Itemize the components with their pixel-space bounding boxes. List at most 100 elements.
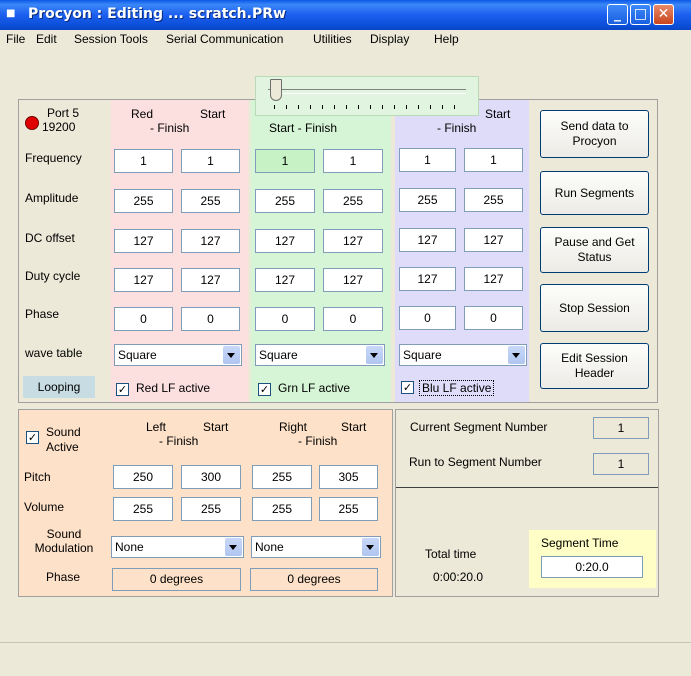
red-phase-start[interactable]: 0 [114,307,173,331]
right-pitch-start[interactable]: 255 [252,465,312,489]
right-volume-finish[interactable]: 255 [319,497,378,521]
red-duty-cycle-start[interactable]: 127 [114,268,173,292]
sound-left-finish-label: - Finish [159,434,199,448]
green-dc-offset-finish[interactable]: 127 [323,229,383,253]
red-phase-finish[interactable]: 0 [181,307,240,331]
right-pitch-finish[interactable]: 305 [319,465,378,489]
sound-active-label[interactable]: Sound Active [46,425,96,455]
window-title: Procyon : Editing ... scratch.PRw [28,6,286,22]
blue-wave-table-select[interactable]: Square [399,344,527,366]
run-to-segment-value[interactable]: 1 [593,453,649,475]
red-wave-table-value: Square [118,348,157,362]
stop-session-button[interactable]: Stop Session [540,284,649,332]
menu-session-tools[interactable]: Session Tools [74,32,148,46]
minimize-icon: _ [614,6,621,22]
green-frequency-finish[interactable]: 1 [323,149,383,173]
edit-session-header-button[interactable]: Edit Session Header [540,343,649,389]
green-duty-cycle-start[interactable]: 127 [255,268,315,292]
minimize-button[interactable]: _ [607,4,628,25]
red-wave-table-select[interactable]: Square [114,344,242,366]
sound-right-label: Right [279,420,308,434]
green-frequency-start[interactable]: 1 [255,149,315,173]
green-wave-table-value: Square [259,348,298,362]
red-dc-offset-finish[interactable]: 127 [181,229,240,253]
left-modulation-select[interactable]: None [111,536,244,558]
right-volume-start[interactable]: 255 [252,497,312,521]
sound-phase-label: Phase [46,570,81,584]
sound-modulation-label: Sound Modulation [34,527,94,555]
blue-amplitude-start[interactable]: 255 [399,188,456,212]
green-lf-checkbox[interactable]: ✓ [258,383,271,396]
green-duty-cycle-finish[interactable]: 127 [323,268,383,292]
close-button[interactable]: ✕ [653,4,674,25]
blue-wave-table-value: Square [403,348,442,362]
red-duty-cycle-finish[interactable]: 127 [181,268,240,292]
left-pitch-start[interactable]: 250 [113,465,173,489]
red-amplitude-start[interactable]: 255 [114,189,173,213]
blue-lf-checkbox[interactable]: ✓ [401,381,414,394]
green-phase-start[interactable]: 0 [255,307,315,331]
maximize-button[interactable]: □ [630,4,651,25]
right-phase-display: 0 degrees [250,568,378,591]
close-icon: ✕ [657,6,670,22]
chevron-down-icon[interactable] [508,346,525,364]
looping-label[interactable]: Looping [23,376,95,398]
port-baud: 19200 [42,120,76,134]
volume-label: Volume [24,500,65,514]
blue-amplitude-finish[interactable]: 255 [464,188,523,212]
slider-thumb[interactable] [270,79,282,101]
red-lf-checkbox[interactable]: ✓ [116,383,129,396]
red-lf-label[interactable]: Red LF active [136,381,210,395]
slider-track [268,89,466,94]
red-frequency-start[interactable]: 1 [114,149,173,173]
sound-right-start-label: Start [341,420,367,434]
segment-divider [396,487,658,488]
red-dc-offset-start[interactable]: 127 [114,229,173,253]
left-volume-start[interactable]: 255 [113,497,173,521]
green-phase-finish[interactable]: 0 [323,307,383,331]
left-pitch-finish[interactable]: 300 [181,465,241,489]
blue-frequency-finish[interactable]: 1 [464,148,523,172]
menu-serial-communication[interactable]: Serial Communication [166,32,283,46]
green-amplitude-finish[interactable]: 255 [323,189,383,213]
blue-start-label: Start [485,107,511,121]
menu-utilities[interactable]: Utilities [313,32,352,46]
send-data-button[interactable]: Send data to Procyon [540,110,649,158]
position-slider[interactable] [255,76,479,116]
blue-duty-cycle-start[interactable]: 127 [399,267,456,291]
green-dc-offset-start[interactable]: 127 [255,229,315,253]
current-segment-value: 1 [593,417,649,439]
green-wave-table-select[interactable]: Square [255,344,385,366]
pause-status-button[interactable]: Pause and Get Status [540,227,649,273]
red-amplitude-finish[interactable]: 255 [181,189,240,213]
chevron-down-icon[interactable] [366,346,383,364]
segment-time-input[interactable]: 0:20.0 [541,556,643,578]
chevron-down-icon[interactable] [223,346,240,364]
blue-lf-label[interactable]: Blu LF active [419,380,495,396]
red-frequency-finish[interactable]: 1 [181,149,240,173]
blue-duty-cycle-finish[interactable]: 127 [464,267,523,291]
row-label-frequency: Frequency [25,151,82,165]
blue-phase-start[interactable]: 0 [399,306,456,330]
chevron-down-icon[interactable] [225,538,242,556]
green-amplitude-start[interactable]: 255 [255,189,315,213]
blue-dc-offset-start[interactable]: 127 [399,228,456,252]
sound-active-checkbox[interactable]: ✓ [26,431,39,444]
blue-phase-finish[interactable]: 0 [464,306,523,330]
chevron-down-icon[interactable] [362,538,379,556]
left-phase-display: 0 degrees [112,568,241,591]
green-header-label: Start - Finish [269,121,338,135]
green-lf-label[interactable]: Grn LF active [278,381,350,395]
left-volume-finish[interactable]: 255 [181,497,241,521]
title-bar[interactable]: ■ Procyon : Editing ... scratch.PRw _ □ … [0,0,691,30]
menu-file[interactable]: File [6,32,25,46]
right-modulation-select[interactable]: None [251,536,381,558]
blue-frequency-start[interactable]: 1 [399,148,456,172]
run-to-segment-label: Run to Segment Number [409,455,542,469]
menu-edit[interactable]: Edit [36,32,57,46]
menu-display[interactable]: Display [370,32,409,46]
run-segments-button[interactable]: Run Segments [540,171,649,215]
blue-dc-offset-finish[interactable]: 127 [464,228,523,252]
menu-help[interactable]: Help [434,32,459,46]
row-label-amplitude: Amplitude [25,191,79,205]
